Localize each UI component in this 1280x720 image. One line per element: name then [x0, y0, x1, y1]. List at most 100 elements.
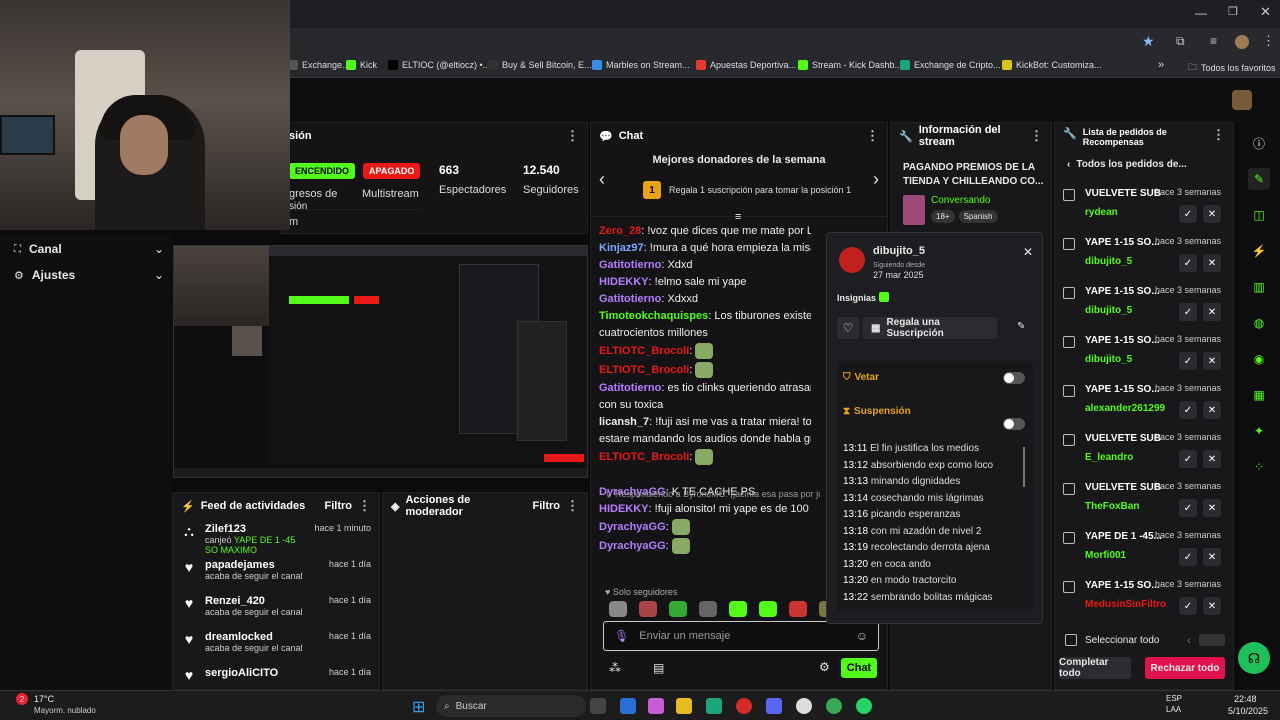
bookmark-item[interactable]: Stream - Kick Dashb...	[798, 60, 902, 70]
discord-icon[interactable]	[766, 698, 782, 714]
chat-username[interactable]: ELTIOTC_Brocoli	[599, 345, 689, 357]
reward-checkbox[interactable]	[1063, 581, 1075, 593]
store-icon[interactable]	[620, 698, 636, 714]
pencil-icon[interactable]: ✎	[1248, 168, 1270, 190]
back-link[interactable]: ‹ Todos los pedidos de...	[1067, 159, 1187, 170]
reward-user[interactable]: MedusinSinFiltro	[1085, 599, 1166, 610]
reward-checkbox[interactable]	[1063, 336, 1075, 348]
more-options-icon[interactable]: ⋮	[866, 128, 879, 144]
close-icon[interactable]: ✕	[1023, 245, 1033, 259]
approve-button[interactable]: ✓	[1179, 499, 1197, 517]
chevron-left-icon[interactable]: ‹	[599, 169, 605, 190]
copilot-icon[interactable]	[648, 698, 664, 714]
approve-button[interactable]: ✓	[1179, 548, 1197, 566]
lightning-icon[interactable]: ⚡	[1248, 240, 1270, 262]
reward-user[interactable]: dibujito_5	[1085, 305, 1160, 316]
reject-button[interactable]: ✕	[1203, 548, 1221, 566]
approve-button[interactable]: ✓	[1179, 401, 1197, 419]
chat-username[interactable]: HIDEKKY	[599, 276, 649, 288]
reject-button[interactable]: ✕	[1203, 401, 1221, 419]
bookmark-item[interactable]: KickBot: Customiza...	[1002, 60, 1102, 70]
chat-username[interactable]: Gatitotierno	[599, 259, 661, 271]
chat-username[interactable]: ELTIOTC_Brocoli	[599, 451, 689, 463]
chat-username[interactable]: DyrachyaGG	[599, 521, 666, 533]
reject-all-button[interactable]: Rechazar todo	[1145, 657, 1225, 679]
chat-icon[interactable]: ◍	[1248, 312, 1270, 334]
store-icon[interactable]: ▦	[1248, 384, 1270, 406]
emote-icon[interactable]	[759, 601, 777, 617]
broadcast-icon[interactable]: ◉	[1248, 348, 1270, 370]
clock-time[interactable]: 22:48	[1234, 694, 1257, 704]
chat-username[interactable]: Kinjaz97	[599, 242, 644, 254]
reward-user[interactable]: Morfi001	[1085, 550, 1162, 561]
close-window-button[interactable]: ✕	[1260, 4, 1271, 20]
chat-username[interactable]: Gatitotierno	[599, 382, 661, 394]
reject-button[interactable]: ✕	[1203, 597, 1221, 615]
reject-button[interactable]: ✕	[1203, 303, 1221, 321]
extensions-icon[interactable]: ⧉	[1176, 34, 1185, 49]
focus-icon[interactable]: ◫	[1248, 204, 1270, 226]
reward-checkbox[interactable]	[1063, 189, 1075, 201]
feed-user[interactable]: sergioAliCITO	[205, 667, 321, 679]
profile-avatar[interactable]	[1235, 35, 1249, 49]
select-all-checkbox[interactable]	[1065, 634, 1077, 646]
github-icon[interactable]	[796, 698, 812, 714]
stream-preview[interactable]	[173, 245, 588, 478]
chevron-left-icon[interactable]: ‹	[1187, 633, 1191, 647]
approve-button[interactable]: ✓	[1179, 303, 1197, 321]
chat-username[interactable]: licansh_7	[599, 416, 649, 428]
approve-button[interactable]: ✓	[1179, 205, 1197, 223]
wrench-icon[interactable]: ✦	[1248, 420, 1270, 442]
more-options-icon[interactable]: ⋮	[358, 498, 371, 514]
emoji-icon[interactable]: ☺	[856, 629, 868, 643]
feed-user[interactable]: Renzei_420	[205, 595, 321, 607]
reward-checkbox[interactable]	[1063, 385, 1075, 397]
chat-username[interactable]: ELTIOTC_Brocoli	[599, 364, 689, 376]
bookmark-item[interactable]: Buy & Sell Bitcoin, E...	[488, 60, 592, 70]
category-label[interactable]: Conversando	[931, 195, 990, 206]
feed-user[interactable]: Zilef123	[205, 523, 306, 535]
bookmark-item[interactable]: Marbles on Stream...	[592, 60, 690, 70]
star-icon[interactable]: ★	[1142, 33, 1155, 50]
chat-username[interactable]: Zero_28	[599, 225, 641, 237]
language[interactable]: ESP	[1166, 694, 1182, 703]
explorer-icon[interactable]	[676, 698, 692, 714]
chat-username[interactable]: Gatitotierno	[599, 293, 661, 305]
chat-username[interactable]: DyrachyaGG	[599, 540, 666, 552]
minimize-button[interactable]: —	[1195, 6, 1207, 20]
filter-button[interactable]: Filtro	[533, 500, 561, 512]
bookmark-item[interactable]: Apuestas Deportiva...	[696, 60, 796, 70]
complete-all-button[interactable]: Completar todo	[1059, 657, 1131, 679]
all-favorites-folder[interactable]: 🗀 Todos los favoritos	[1188, 60, 1276, 76]
task-view-icon[interactable]	[590, 698, 606, 714]
enabled-badge[interactable]: ENCENDIDO	[289, 163, 356, 179]
menu-icon[interactable]: ⋮	[1262, 33, 1275, 49]
send-chat-button[interactable]: Chat	[841, 658, 877, 678]
reward-user[interactable]: TheFoxBan	[1085, 501, 1161, 512]
user-avatar[interactable]	[1232, 90, 1252, 110]
whatsapp-icon[interactable]	[856, 698, 872, 714]
reject-button[interactable]: ✕	[1203, 352, 1221, 370]
emote-icon[interactable]	[609, 601, 627, 617]
emote-icon[interactable]	[639, 601, 657, 617]
maximize-button[interactable]: ❐	[1228, 5, 1238, 18]
feed-user[interactable]: papadejames	[205, 559, 321, 571]
chrome-icon[interactable]	[826, 698, 842, 714]
opera-icon[interactable]	[736, 698, 752, 714]
document-icon[interactable]: ▥	[1248, 276, 1270, 298]
more-options-icon[interactable]: ⋮	[1212, 127, 1225, 143]
approve-button[interactable]: ✓	[1179, 254, 1197, 272]
more-options-icon[interactable]: ⋮	[566, 128, 579, 144]
reward-checkbox[interactable]	[1063, 532, 1075, 544]
sidebar-item-canal[interactable]: ⛶ Canal ⌄	[14, 242, 164, 256]
sidebar-item-ajustes[interactable]: ⚙ Ajustes ⌄	[14, 268, 164, 282]
reject-button[interactable]: ✕	[1203, 499, 1221, 517]
points-icon[interactable]: ⁂	[609, 661, 621, 675]
reward-checkbox[interactable]	[1063, 287, 1075, 299]
gift-sub-button[interactable]: ▦ Regala una Suscripción	[863, 317, 997, 339]
support-button[interactable]: ☊	[1238, 642, 1270, 674]
reward-user[interactable]: dibujito_5	[1085, 354, 1160, 365]
mic-icon[interactable]: 🎙	[614, 629, 629, 643]
approve-button[interactable]: ✓	[1179, 450, 1197, 468]
feed-user[interactable]: dreamlocked	[205, 631, 321, 643]
